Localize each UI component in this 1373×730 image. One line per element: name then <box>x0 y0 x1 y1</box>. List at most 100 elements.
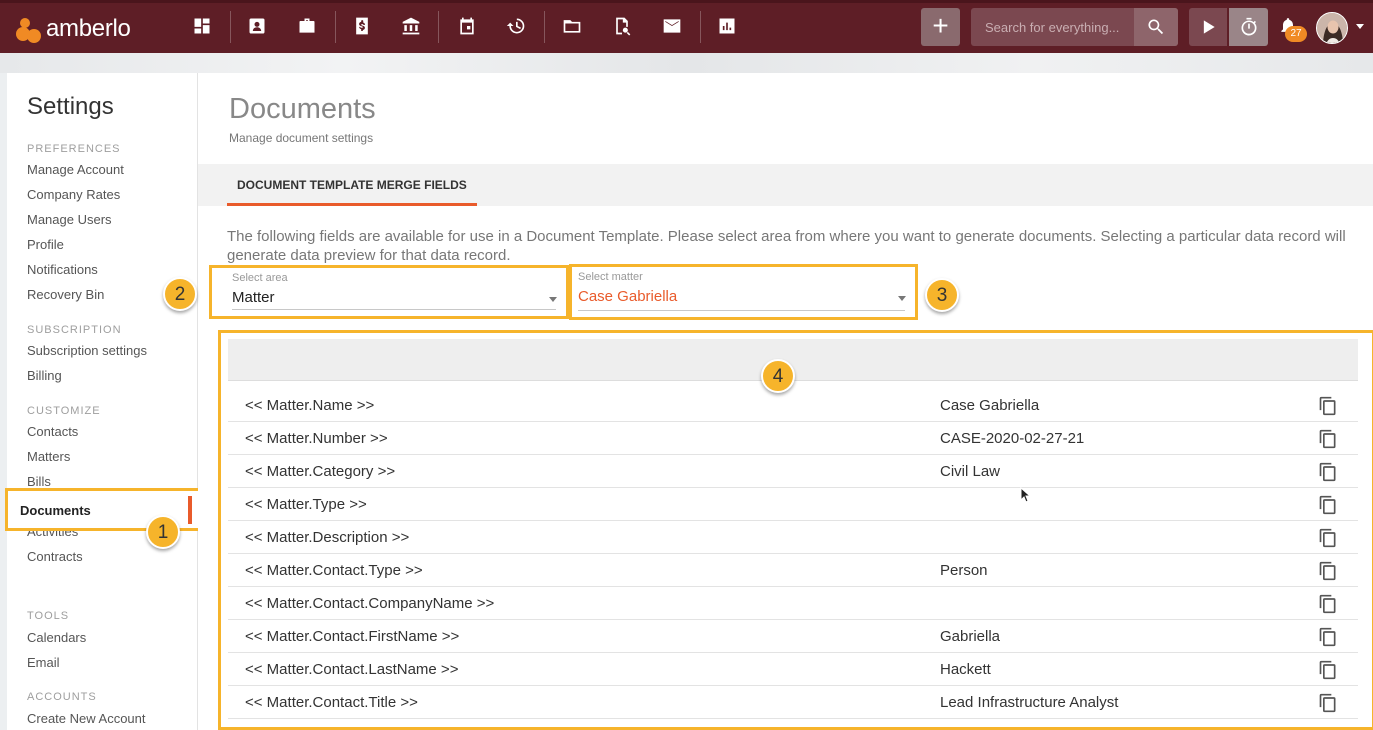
select-area-label: Select area <box>232 272 288 284</box>
stopwatch-button[interactable] <box>1229 8 1268 46</box>
document-search-nav-button[interactable] <box>611 15 633 37</box>
merge-field-preview-value: Person <box>940 562 988 579</box>
sidebar-item-bills[interactable]: Bills <box>27 474 51 489</box>
table-row: << Matter.Number >> CASE-2020-02-27-21 <box>228 422 1358 455</box>
table-row: << Matter.Type >> <box>228 488 1358 521</box>
callout-badge-4: 4 <box>761 359 795 393</box>
sidebar-item-recovery-bin[interactable]: Recovery Bin <box>27 287 104 302</box>
sidebar-item-calendars[interactable]: Calendars <box>27 630 86 645</box>
merge-field-name: << Matter.Contact.LastName >> <box>245 661 459 678</box>
contacts-nav-button[interactable] <box>246 15 268 37</box>
add-new-button[interactable]: + <box>921 8 960 46</box>
accounts-nav-button[interactable] <box>400 15 422 37</box>
sidebar-item-create-new-account[interactable]: Create New Account <box>27 711 146 726</box>
merge-field-name: << Matter.Category >> <box>245 463 396 480</box>
sidebar-item-profile[interactable]: Profile <box>27 237 64 252</box>
table-row: << Matter.Category >> Civil Law <box>228 455 1358 488</box>
active-indicator <box>188 496 192 524</box>
select-area-value: Matter <box>232 289 275 306</box>
document-search-icon <box>616 17 631 36</box>
merge-field-name: << Matter.Name >> <box>245 397 375 414</box>
user-menu-chevron-down-icon[interactable] <box>1356 24 1364 29</box>
merge-field-name: << Matter.Description >> <box>245 529 410 546</box>
dashboard-nav-button[interactable] <box>191 15 213 37</box>
copy-button[interactable] <box>1318 528 1338 548</box>
sidebar-title: Settings <box>27 93 114 120</box>
user-avatar[interactable] <box>1316 12 1348 44</box>
sidebar-item-manage-account[interactable]: Manage Account <box>27 162 124 177</box>
select-matter-value: Case Gabriella <box>578 288 678 305</box>
folder-icon <box>563 20 581 33</box>
search-button[interactable] <box>1134 8 1178 46</box>
search-input[interactable] <box>971 8 1134 46</box>
amberlo-logo-icon <box>16 15 44 43</box>
sidebar-section-subscription: SUBSCRIPTION <box>27 324 122 336</box>
callout-badge-1: 1 <box>146 515 180 549</box>
copy-button[interactable] <box>1318 693 1338 713</box>
app-logo[interactable]: amberlo <box>16 12 131 46</box>
merge-field-preview-value: Hackett <box>940 661 991 678</box>
reports-nav-button[interactable] <box>716 15 738 37</box>
folder-nav-button[interactable] <box>561 15 583 37</box>
sidebar-item-contacts[interactable]: Contacts <box>27 424 78 439</box>
copy-icon <box>1319 429 1336 449</box>
merge-field-preview-value: CASE-2020-02-27-21 <box>940 430 1085 447</box>
sidebar-item-contracts[interactable]: Contracts <box>27 549 83 564</box>
select-matter-dropdown[interactable]: Select matter Case Gabriella <box>569 264 918 320</box>
copy-icon <box>1319 660 1336 680</box>
nav-divider <box>544 11 545 43</box>
sidebar-item-billing[interactable]: Billing <box>27 368 62 383</box>
copy-icon <box>1319 693 1336 713</box>
copy-button[interactable] <box>1318 429 1338 449</box>
copy-button[interactable] <box>1318 594 1338 614</box>
merge-field-name: << Matter.Contact.CompanyName >> <box>245 595 495 612</box>
sidebar-item-label: Documents <box>20 503 91 518</box>
select-matter-label: Select matter <box>578 271 643 283</box>
sidebar-item-notifications[interactable]: Notifications <box>27 262 98 277</box>
merge-field-name: << Matter.Contact.FirstName >> <box>245 628 460 645</box>
calendar-icon <box>460 17 474 35</box>
copy-button[interactable] <box>1318 660 1338 680</box>
page-title: Documents <box>229 93 376 125</box>
sidebar-item-matters[interactable]: Matters <box>27 449 70 464</box>
table-row: << Matter.Description >> <box>228 521 1358 554</box>
merge-field-preview-value: Gabriella <box>940 628 1001 645</box>
sidebar-section-accounts: ACCOUNTS <box>27 691 97 703</box>
copy-button[interactable] <box>1318 396 1338 416</box>
accounts-icon <box>402 17 420 35</box>
copy-button[interactable] <box>1318 627 1338 647</box>
chevron-down-icon <box>549 297 557 302</box>
mail-nav-button[interactable] <box>661 15 683 37</box>
sidebar-item-manage-users[interactable]: Manage Users <box>27 212 112 227</box>
sidebar-item-email[interactable]: Email <box>27 655 60 670</box>
sidebar-item-company-rates[interactable]: Company Rates <box>27 187 120 202</box>
start-timer-button[interactable] <box>1189 8 1227 46</box>
table-row: << Matter.Contact.Title >> Lead Infrastru… <box>228 686 1358 719</box>
copy-icon <box>1319 594 1336 614</box>
merge-field-preview-value: Lead Infrastructure Analyst <box>940 694 1119 711</box>
activities-nav-button[interactable] <box>505 15 527 37</box>
sidebar-item-subscription-settings[interactable]: Subscription settings <box>27 343 147 358</box>
matters-icon <box>299 18 315 33</box>
reports-icon <box>719 18 735 34</box>
header-banner <box>0 53 1373 73</box>
tab-document-template-merge-fields[interactable]: DOCUMENT TEMPLATE MERGE FIELDS <box>227 164 477 206</box>
merge-field-name: << Matter.Type >> <box>245 496 367 513</box>
copy-button[interactable] <box>1318 561 1338 581</box>
billing-icon <box>356 17 368 35</box>
calendar-nav-button[interactable] <box>456 15 478 37</box>
sidebar-section-customize: CUSTOMIZE <box>27 405 101 417</box>
copy-button[interactable] <box>1318 462 1338 482</box>
billing-nav-button[interactable] <box>351 15 373 37</box>
copy-button[interactable] <box>1318 495 1338 515</box>
copy-icon <box>1319 462 1336 482</box>
callout-badge-3: 3 <box>925 278 959 312</box>
merge-field-name: << Matter.Number >> <box>245 430 388 447</box>
tab-bar: DOCUMENT TEMPLATE MERGE FIELDS <box>198 164 1373 206</box>
select-area-dropdown[interactable]: Select area Matter <box>209 265 569 319</box>
matters-nav-button[interactable] <box>296 15 318 37</box>
mouse-cursor-icon <box>1020 487 1032 503</box>
settings-sidebar: Settings PREFERENCES Manage Account Compan… <box>7 73 198 730</box>
table-row: << Matter.Name >> Case Gabriella <box>228 389 1358 422</box>
nav-divider <box>700 11 701 43</box>
